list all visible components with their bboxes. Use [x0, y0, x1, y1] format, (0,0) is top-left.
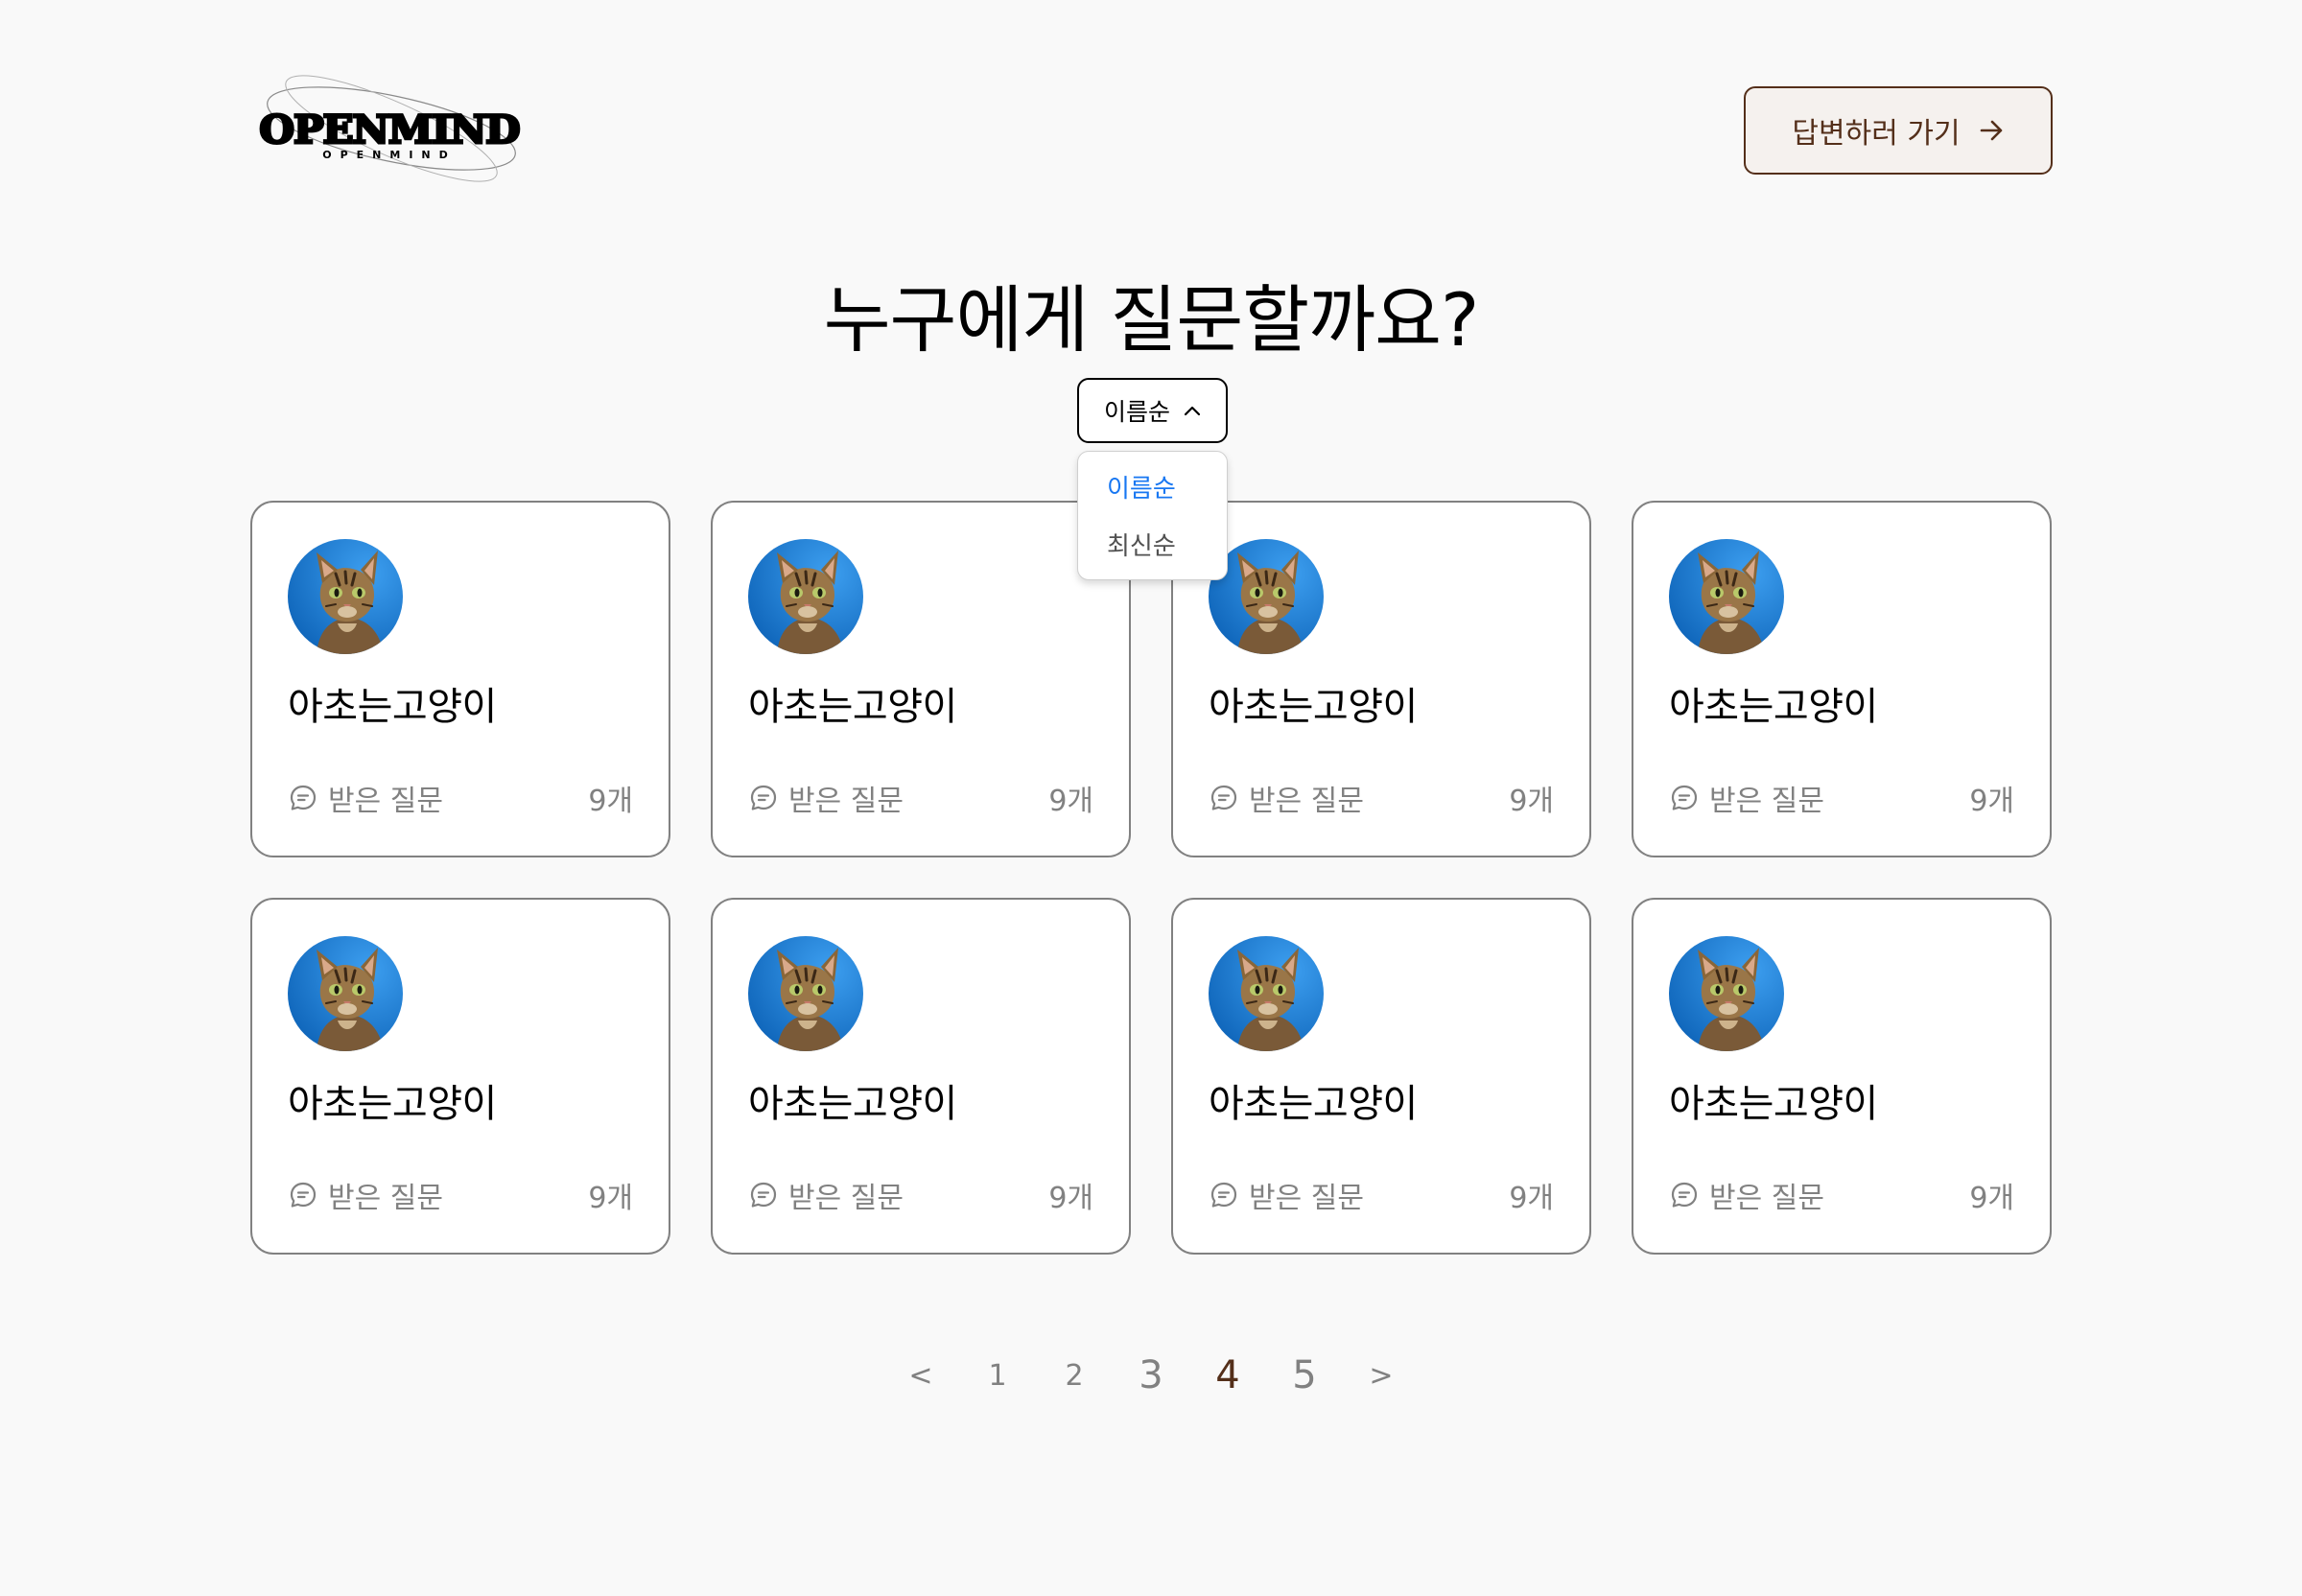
- avatar: [1669, 936, 1784, 1051]
- speech-bubble-icon: [750, 1182, 777, 1208]
- pagination-page-5[interactable]: 5: [1266, 1353, 1343, 1397]
- subject-card[interactable]: 아초는고양이 받은 질문 9개: [1632, 501, 2052, 857]
- speech-bubble-icon: [1671, 785, 1698, 810]
- sort-selected-label: 이름순: [1103, 398, 1170, 426]
- pagination-prev-button[interactable]: <: [882, 1359, 959, 1393]
- subject-name: 아초는고양이: [288, 1082, 497, 1126]
- subject-name: 아초는고양이: [1209, 1082, 1418, 1126]
- logo-wordmark: OPENMIND: [258, 106, 522, 154]
- card-footer: 받은 질문 9개: [1209, 1174, 1554, 1216]
- question-count: 9개: [1509, 785, 1554, 818]
- logo-subtext: OPENMIND: [322, 149, 457, 161]
- subject-card[interactable]: 아초는고양이 받은 질문 9개: [250, 898, 670, 1255]
- page-title: 누구에게 질문할까요?: [823, 277, 1480, 363]
- openmind-logo[interactable]: OPENMIND OPENMIND: [247, 75, 531, 188]
- received-questions: 받은 질문: [1669, 777, 1824, 819]
- received-questions: 받은 질문: [1209, 777, 1364, 819]
- question-count: 9개: [1969, 1182, 2014, 1215]
- question-count: 9개: [588, 785, 633, 818]
- received-questions: 받은 질문: [288, 1174, 443, 1216]
- card-footer: 받은 질문 9개: [1669, 1174, 2014, 1216]
- speech-bubble-icon: [750, 785, 777, 810]
- cat-avatar-image: [1669, 936, 1784, 1051]
- question-count: 9개: [1509, 1182, 1554, 1215]
- received-questions-label: 받은 질문: [1249, 1182, 1364, 1215]
- go-answer-button[interactable]: 답변하러 가기: [1744, 86, 2053, 175]
- received-questions-label: 받은 질문: [328, 785, 443, 818]
- subject-card[interactable]: 아초는고양이 받은 질문 9개: [1171, 898, 1591, 1255]
- sort-dropdown-button[interactable]: 이름순: [1077, 378, 1228, 443]
- received-questions-label: 받은 질문: [1709, 1182, 1824, 1215]
- pagination-page-3[interactable]: 3: [1113, 1353, 1189, 1397]
- subject-name: 아초는고양이: [1209, 685, 1418, 729]
- received-questions: 받은 질문: [1669, 1174, 1824, 1216]
- speech-bubble-icon: [1210, 1182, 1237, 1208]
- pagination-page-1[interactable]: 1: [959, 1359, 1036, 1393]
- cat-avatar-image: [1209, 936, 1324, 1051]
- go-answer-label: 답변하러 가기: [1792, 117, 1961, 151]
- subject-name: 아초는고양이: [748, 1082, 957, 1126]
- cat-avatar-image: [748, 539, 863, 654]
- subject-card[interactable]: 아초는고양이 받은 질문 9개: [711, 501, 1131, 857]
- subject-card[interactable]: 아초는고양이 받은 질문 9개: [711, 898, 1131, 1255]
- avatar: [288, 539, 403, 654]
- cat-avatar-image: [288, 936, 403, 1051]
- question-count: 9개: [1048, 785, 1093, 818]
- avatar: [288, 936, 403, 1051]
- pagination-page-4-current[interactable]: 4: [1189, 1353, 1266, 1397]
- received-questions-label: 받은 질문: [1709, 785, 1824, 818]
- cat-avatar-image: [1669, 539, 1784, 654]
- received-questions: 받은 질문: [748, 1174, 904, 1216]
- question-count: 9개: [1969, 785, 2014, 818]
- received-questions: 받은 질문: [288, 777, 443, 819]
- card-footer: 받은 질문 9개: [288, 777, 633, 819]
- chevron-up-icon: [1184, 406, 1201, 416]
- card-footer: 받은 질문 9개: [1209, 777, 1554, 819]
- received-questions: 받은 질문: [1209, 1174, 1364, 1216]
- received-questions-label: 받은 질문: [328, 1182, 443, 1215]
- received-questions: 받은 질문: [748, 777, 904, 819]
- speech-bubble-icon: [290, 785, 317, 810]
- card-footer: 받은 질문 9개: [288, 1174, 633, 1216]
- pagination-next-button[interactable]: >: [1343, 1359, 1420, 1393]
- cat-avatar-image: [748, 936, 863, 1051]
- sort-dropdown-menu: 이름순 최신순: [1077, 451, 1228, 580]
- question-count: 9개: [588, 1182, 633, 1215]
- avatar: [1669, 539, 1784, 654]
- card-footer: 받은 질문 9개: [1669, 777, 2014, 819]
- subject-name: 아초는고양이: [1669, 1082, 1878, 1126]
- pagination-page-2[interactable]: 2: [1036, 1359, 1113, 1393]
- sort-option-newest[interactable]: 최신순: [1107, 527, 1176, 562]
- subject-name: 아초는고양이: [288, 685, 497, 729]
- speech-bubble-icon: [1671, 1182, 1698, 1208]
- arrow-right-icon: [1980, 120, 2002, 141]
- speech-bubble-icon: [290, 1182, 317, 1208]
- card-footer: 받은 질문 9개: [748, 777, 1093, 819]
- received-questions-label: 받은 질문: [788, 785, 904, 818]
- subject-card[interactable]: 아초는고양이 받은 질문 9개: [250, 501, 670, 857]
- card-footer: 받은 질문 9개: [748, 1174, 1093, 1216]
- cat-avatar-image: [288, 539, 403, 654]
- received-questions-label: 받은 질문: [1249, 785, 1364, 818]
- avatar: [1209, 936, 1324, 1051]
- received-questions-label: 받은 질문: [788, 1182, 904, 1215]
- subject-card-grid: 아초는고양이 받은 질문 9개 아초는고양이 받은 질문 9개 아초는고양이 받…: [250, 501, 2052, 1255]
- avatar: [748, 936, 863, 1051]
- question-count: 9개: [1048, 1182, 1093, 1215]
- sort-option-name[interactable]: 이름순: [1107, 469, 1176, 505]
- speech-bubble-icon: [1210, 785, 1237, 810]
- subject-name: 아초는고양이: [1669, 685, 1878, 729]
- pagination: < 1 2 3 4 5 >: [0, 1347, 2302, 1404]
- subject-card[interactable]: 아초는고양이 받은 질문 9개: [1632, 898, 2052, 1255]
- page: OPENMIND OPENMIND 답변하러 가기 누구에게 질문할까요? 이름…: [0, 0, 2302, 1596]
- avatar: [748, 539, 863, 654]
- subject-card[interactable]: 아초는고양이 받은 질문 9개: [1171, 501, 1591, 857]
- subject-name: 아초는고양이: [748, 685, 957, 729]
